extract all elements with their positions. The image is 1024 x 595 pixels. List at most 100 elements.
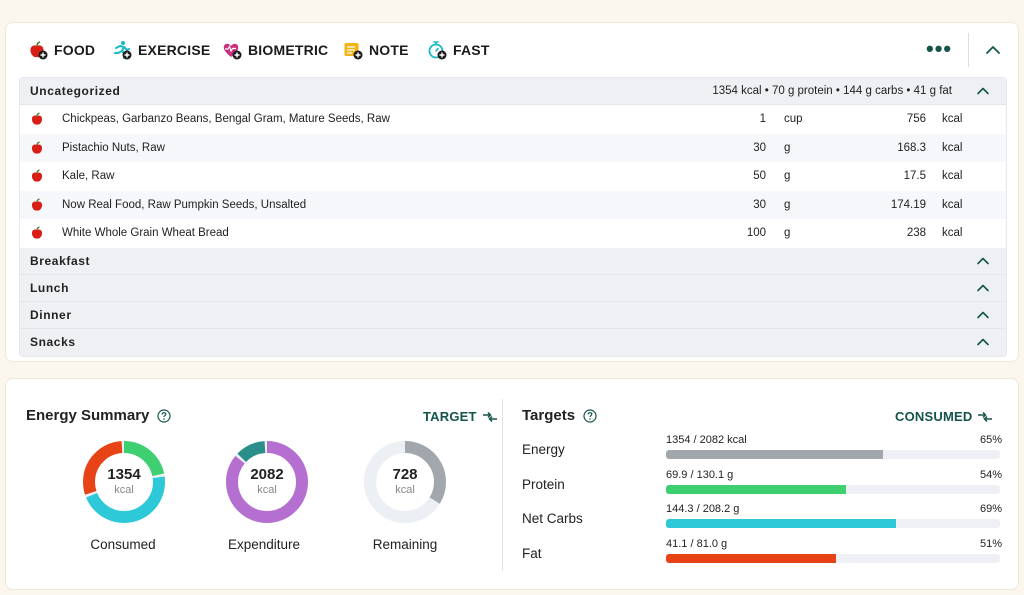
group-title: Breakfast	[30, 253, 91, 268]
target-name: Protein	[522, 477, 565, 492]
food-amount: 50	[753, 170, 766, 183]
group-header-uncategorized[interactable]: Uncategorized 1354 kcal • 70 g protein •…	[20, 78, 1006, 105]
add-exercise-label: EXERCISE	[138, 42, 211, 58]
collapse-diary-chevron-up-icon[interactable]	[984, 41, 1002, 59]
remaining-donut: 728 kcal	[362, 439, 448, 525]
target-progress-track	[666, 450, 1000, 459]
add-biometric-button[interactable]: BIOMETRIC	[222, 40, 328, 60]
chevron-up-icon[interactable]	[976, 335, 990, 349]
target-progress-fill	[666, 554, 837, 563]
summary-divider	[502, 399, 503, 571]
food-name: Pistachio Nuts, Raw	[62, 141, 165, 154]
group-title: Uncategorized	[30, 84, 121, 98]
target-name: Net Carbs	[522, 511, 583, 526]
food-calories: 168.3	[897, 141, 926, 154]
group-title: Lunch	[30, 280, 69, 295]
target-progress-fill	[666, 519, 897, 528]
add-note-label: NOTE	[369, 42, 409, 58]
chevron-up-icon[interactable]	[976, 281, 990, 295]
target-percent: 65%	[979, 434, 1002, 446]
add-fast-button[interactable]: FAST	[427, 40, 490, 60]
swap-arrows-icon	[978, 411, 993, 422]
food-name: Chickpeas, Garbanzo Beans, Bengal Gram, …	[62, 113, 390, 126]
help-icon[interactable]	[583, 408, 597, 423]
summary-card: Energy Summary TARGET 1354 kcal Consumed…	[5, 378, 1019, 590]
target-value: 144.3 / 208.2 g	[666, 503, 740, 515]
food-calorie-unit: kcal	[942, 113, 963, 126]
food-unit: g	[784, 141, 791, 154]
target-row-protein[interactable]: Protein 69.9 / 130.1 g 54%	[522, 469, 1002, 499]
target-toggle-button[interactable]: TARGET	[423, 409, 498, 424]
food-list: Chickpeas, Garbanzo Beans, Bengal Gram, …	[20, 105, 1006, 248]
food-unit: g	[784, 198, 791, 211]
more-options-button[interactable]: •••	[926, 38, 952, 60]
target-value: 69.9 / 130.1 g	[666, 469, 734, 481]
food-calorie-unit: kcal	[942, 227, 963, 240]
food-row[interactable]: Pistachio Nuts, Raw 30 g 168.3 kcal	[20, 133, 1006, 162]
group-title: Snacks	[30, 335, 76, 349]
apple-icon	[31, 169, 43, 182]
targets-title: Targets	[522, 407, 576, 424]
consumed-toggle-button[interactable]: CONSUMED	[895, 409, 993, 424]
add-food-button[interactable]: FOOD	[28, 40, 95, 60]
add-note-button[interactable]: NOTE	[343, 40, 409, 60]
target-progress-track	[666, 554, 1000, 563]
food-amount: 100	[746, 227, 766, 240]
target-percent: 51%	[979, 538, 1002, 550]
target-row-net-carbs[interactable]: Net Carbs 144.3 / 208.2 g 69%	[522, 503, 1002, 533]
apple-icon	[31, 112, 43, 125]
food-unit: g	[784, 227, 791, 240]
apple-icon	[31, 197, 43, 211]
group-header-dinner[interactable]: Dinner	[20, 301, 1006, 329]
food-row[interactable]: Kale, Raw 50 g 17.5 kcal	[20, 162, 1006, 191]
group-header-lunch[interactable]: Lunch	[20, 274, 1006, 302]
stopwatch-add-icon	[428, 41, 447, 60]
add-fast-label: FAST	[453, 42, 490, 58]
target-row-fat[interactable]: Fat 41.1 / 81.0 g 51%	[522, 538, 1002, 568]
runner-add-icon	[114, 41, 132, 60]
target-progress-fill	[666, 450, 884, 459]
food-calories: 174.19	[890, 198, 926, 211]
targets-heading: Targets	[522, 407, 597, 424]
target-name: Energy	[522, 442, 565, 457]
target-progress-fill	[666, 485, 847, 494]
chevron-up-icon[interactable]	[976, 254, 990, 268]
food-calories: 238	[906, 227, 926, 240]
apple-add-icon	[30, 41, 48, 60]
target-row-energy[interactable]: Energy 1354 / 2082 kcal 65%	[522, 434, 1002, 464]
consumed-toggle-label: CONSUMED	[895, 409, 973, 424]
food-calories: 756	[906, 113, 926, 126]
toolbar-divider	[968, 33, 969, 67]
group-header-snacks[interactable]: Snacks	[20, 328, 1006, 356]
food-amount: 1	[759, 113, 766, 126]
chevron-up-icon[interactable]	[976, 308, 990, 322]
target-percent: 54%	[979, 469, 1002, 481]
food-row[interactable]: Chickpeas, Garbanzo Beans, Bengal Gram, …	[20, 105, 1006, 134]
consumed-unit: kcal	[114, 484, 134, 496]
consumed-value: 1354	[107, 466, 141, 483]
food-calorie-unit: kcal	[942, 141, 963, 154]
food-name: Kale, Raw	[62, 170, 115, 183]
food-calories: 17.5	[903, 170, 926, 183]
group-header-breakfast[interactable]: Breakfast	[20, 247, 1006, 275]
food-row[interactable]: Now Real Food, Raw Pumpkin Seeds, Unsalt…	[20, 190, 1006, 219]
add-food-label: FOOD	[54, 42, 96, 58]
food-amount: 30	[753, 141, 766, 154]
diary-card: FOOD EXERCISE BIOMETRIC NOTE FAST ••• Un…	[5, 22, 1019, 362]
target-progress-track	[666, 485, 1000, 494]
energy-summary-heading: Energy Summary	[26, 407, 171, 424]
target-progress-track	[666, 519, 1000, 528]
food-row[interactable]: White Whole Grain Wheat Bread 100 g 238 …	[20, 219, 1006, 248]
chevron-up-icon[interactable]	[976, 84, 990, 98]
add-exercise-button[interactable]: EXERCISE	[112, 40, 210, 60]
energy-summary-title: Energy Summary	[26, 407, 150, 424]
food-calorie-unit: kcal	[942, 198, 963, 211]
target-value: 1354 / 2082 kcal	[666, 434, 747, 446]
help-icon[interactable]	[157, 408, 171, 423]
remaining-unit: kcal	[395, 484, 415, 496]
diary-groups: Uncategorized 1354 kcal • 70 g protein •…	[19, 77, 1007, 357]
expenditure-unit: kcal	[257, 484, 277, 496]
food-unit: cup	[784, 113, 803, 126]
food-amount: 30	[753, 198, 766, 211]
expenditure-value: 2082	[250, 466, 284, 483]
